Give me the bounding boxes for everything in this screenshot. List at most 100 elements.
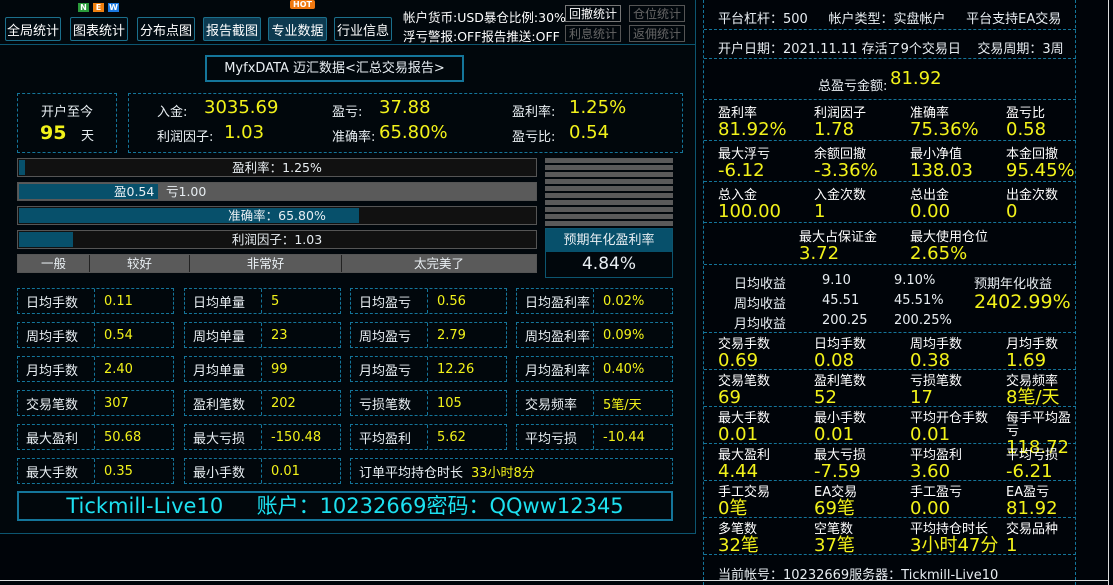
- drawdown-stats-button[interactable]: 回撤统计: [565, 5, 621, 22]
- stat-value: 8笔/天: [1006, 387, 1060, 408]
- stat-item: 周均手数 0.38: [910, 338, 962, 370]
- hot-badge: HOT: [290, 0, 315, 9]
- stat-item: 多笔数 32笔: [718, 523, 759, 555]
- stat-cell: 最大盈利 50.68: [17, 424, 174, 450]
- stat-label: 盈利笔数: [185, 391, 262, 415]
- stat-row: 最大手数 0.01 最小手数 0.01 平均开仓手数 0.01 每手平均盈亏 118.72: [704, 407, 1076, 457]
- account-banner: Tickmill-Live10 账户：10232669密码：QQww12345: [17, 491, 673, 521]
- stat-label: 最大盈利: [18, 425, 95, 449]
- open-date-info: 开户日期：2021.11.11 存活了9个交易日 交易周期：3周: [718, 42, 1064, 57]
- account-age-unit: 天: [81, 129, 95, 144]
- stat-value: 75.36%: [910, 119, 979, 140]
- avg-label: 月均收益: [734, 317, 787, 332]
- stat-value: 5: [271, 293, 280, 309]
- summary-value: 3035.69: [204, 97, 279, 118]
- stat-item: 出金次数 0: [1006, 189, 1058, 221]
- account-age-days: 95: [40, 122, 67, 144]
- stat-item: 最大手数 0.01: [718, 412, 770, 444]
- badge-letter: W: [108, 3, 119, 12]
- nav-chart-stats[interactable]: 图表统计: [70, 17, 128, 41]
- profit-factor-bar: 利润因子：1.03: [17, 230, 537, 249]
- summary-value: 65.80%: [379, 122, 448, 143]
- position-stats-button[interactable]: 仓位统计: [629, 5, 685, 22]
- stat-label: 月均单量: [185, 357, 262, 381]
- stat-item: 最小手数 0.01: [814, 412, 866, 444]
- stat-value: 0.00: [910, 498, 951, 519]
- label: 订单平均持仓时长: [359, 465, 464, 481]
- stat-value: 0.09%: [603, 327, 645, 343]
- stat-item: 交易频率 8笔/天: [1006, 375, 1060, 407]
- stat-row: 多笔数 32笔 空笔数 37笔 平均持仓时长 3小时47分 交易品种 1: [704, 518, 1076, 555]
- stat-cell: 日均单量 5: [184, 288, 341, 314]
- badge-letter: E: [93, 3, 104, 12]
- chart-edge: [1108, 0, 1109, 585]
- stat-value: 0.38: [910, 350, 951, 371]
- stat-row: 最大浮亏 -6.12 余额回撤 -3.36% 最小净值 138.03 本金回撤 95.45%: [704, 141, 1076, 182]
- stat-item: 交易手数 0.69: [718, 338, 770, 370]
- stat-item: 最大使用仓位 2.65%: [910, 231, 988, 263]
- stat-value: 0.01: [814, 424, 855, 445]
- stat-cell: 平均亏损 -10.44: [516, 424, 673, 450]
- stat-item: 最大浮亏 -6.12: [718, 148, 770, 180]
- rating-good: 较好: [90, 255, 190, 272]
- nav-global-stats[interactable]: 全局统计: [5, 17, 61, 41]
- bar-label: 盈利率：1.25%: [232, 160, 322, 175]
- stat-value: 4.44: [718, 461, 759, 482]
- stat-value: -3.36%: [814, 160, 878, 181]
- accuracy-bar: 准确率：65.80%: [17, 206, 537, 225]
- stat-row: 交易笔数 69 盈利笔数 52 亏损笔数 17 交易频率 8笔/天: [704, 370, 1076, 407]
- badge-letter: N: [78, 3, 89, 12]
- level-stripes: [545, 158, 673, 226]
- stat-value: -6.12: [718, 160, 765, 181]
- account-stats-panel: 平台杠杆：500 帐户类型：实盘帐户 平台支持EA交易开户日期：2021.11.…: [703, 0, 1076, 585]
- annual-rate-label: 预期年化盈利率: [546, 229, 672, 252]
- stat-item: 入金次数 1: [814, 189, 866, 221]
- nav-scatter[interactable]: 分布点图: [137, 17, 195, 41]
- profit-rate-bar: 盈利率：1.25%: [17, 158, 537, 177]
- account-age-label: 开户至今: [40, 105, 93, 120]
- stat-label: 日均手数: [18, 289, 95, 313]
- annual-income-value: 2402.99%: [974, 291, 1071, 313]
- stat-cell: 月均手数 2.40: [17, 356, 174, 382]
- annual-income-label: 预期年化收益: [974, 277, 1053, 292]
- stat-cell: 周均盈亏 2.79: [350, 322, 507, 348]
- rebate-stats-button[interactable]: 返佣统计: [629, 25, 685, 42]
- stat-row: 交易手数 0.69 日均手数 0.08 周均手数 0.38 月均手数 1.69: [704, 333, 1076, 370]
- stat-cell: 最小手数 0.01: [184, 458, 341, 484]
- stat-item: 盈利笔数 52: [814, 375, 866, 407]
- nav-pro-data[interactable]: 专业数据: [268, 17, 327, 41]
- nav-industry-info[interactable]: 行业信息: [334, 17, 392, 41]
- summary-value: 1.25%: [569, 97, 627, 118]
- stat-value: 5笔/天: [603, 397, 642, 413]
- nav-report-screenshot[interactable]: 报告截图: [203, 17, 261, 41]
- rating-very-good: 非常好: [190, 255, 342, 272]
- stat-item: 日均手数 0.08: [814, 338, 866, 370]
- total-pl-label: 总盈亏金额:: [818, 79, 888, 94]
- avg-amount: 9.10: [822, 273, 851, 288]
- report-panel: 全局统计 图表统计 分布点图 报告截图 专业数据 行业信息 N E W HOT …: [0, 0, 696, 534]
- stat-label: 周均手数: [18, 323, 95, 347]
- stat-label: 最小手数: [185, 459, 262, 483]
- stat-cell: 平均盈利 5.62: [350, 424, 507, 450]
- summary-label: 准确率:: [332, 130, 376, 145]
- avg-amount: 200.25: [822, 313, 868, 328]
- stat-value: 17: [910, 387, 933, 408]
- platform-row: 平台杠杆：500 帐户类型：实盘帐户 平台支持EA交易: [704, 0, 1076, 30]
- interest-stats-button[interactable]: 利息统计: [565, 25, 621, 42]
- total-pl-value: 81.92: [890, 68, 942, 89]
- stat-value: 100.00: [718, 201, 781, 222]
- summary-label: 盈亏:: [332, 105, 363, 120]
- stat-item: EA盈亏 81.92: [1006, 486, 1058, 518]
- stat-value: 3小时47分: [910, 535, 999, 556]
- stat-item: 总出金 0.00: [910, 189, 950, 221]
- stat-item: 交易品种 1: [1006, 523, 1058, 555]
- stat-label: 每手平均盈亏: [1006, 411, 1072, 439]
- stat-cell: 日均手数 0.11: [17, 288, 174, 314]
- stat-value: -7.59: [814, 461, 861, 482]
- chart-edge: [0, 580, 1108, 581]
- stat-label: 最大手数: [18, 459, 95, 483]
- stat-label: 交易笔数: [18, 391, 95, 415]
- stat-row: 总入金 100.00 入金次数 1 总出金 0.00 出金次数 0: [704, 182, 1076, 223]
- summary-label: 盈亏比:: [512, 130, 556, 145]
- stat-value: 1: [814, 201, 826, 222]
